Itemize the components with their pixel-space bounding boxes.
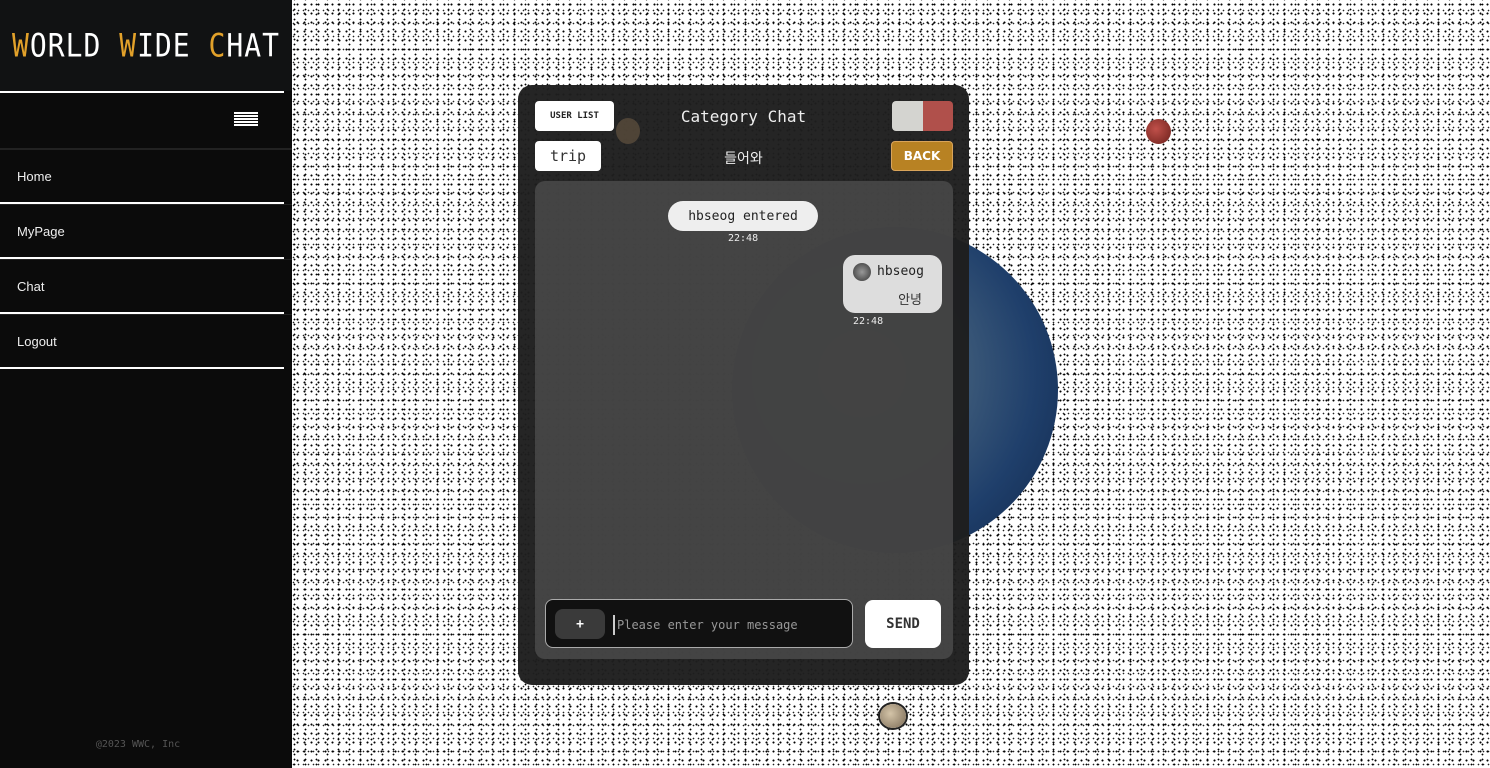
- avatar[interactable]: [853, 263, 871, 281]
- nav-home[interactable]: Home: [0, 149, 292, 202]
- nav-chat[interactable]: Chat: [0, 259, 292, 312]
- message-author: hbseog: [877, 264, 924, 279]
- toggle-right[interactable]: [922, 101, 953, 131]
- divider: [0, 367, 284, 369]
- message-bubble: hbseog 안녕: [843, 255, 942, 313]
- logo-text: HAT: [226, 26, 280, 65]
- logo-text: IDE: [137, 26, 209, 65]
- logo-letter: C: [208, 26, 227, 65]
- copyright: @2023 WWC, Inc: [95, 739, 181, 750]
- message-input[interactable]: [613, 615, 843, 635]
- hamburger-menu-icon[interactable]: [234, 112, 258, 126]
- send-button[interactable]: SEND: [865, 600, 941, 648]
- saturn-planet-decoration: [880, 704, 906, 728]
- logo[interactable]: WORLD WIDE CHAT: [0, 0, 292, 91]
- system-message: hbseog entered: [668, 201, 818, 231]
- timestamp: 22:48: [728, 233, 759, 244]
- logo-text: ORLD: [29, 26, 120, 65]
- attach-button[interactable]: +: [555, 609, 605, 639]
- toggle-left[interactable]: [892, 101, 923, 131]
- nav-mypage[interactable]: MyPage: [0, 204, 292, 257]
- chat-panel: USER LIST Category Chat trip 들어와 BACK hb…: [518, 85, 969, 685]
- message-list[interactable]: hbseog entered 22:48 hbseog 안녕 22:48: [535, 181, 953, 659]
- back-button[interactable]: BACK: [891, 141, 953, 171]
- message-text: 안녕: [898, 293, 922, 308]
- nav-logout[interactable]: Logout: [0, 314, 292, 367]
- sidebar: WORLD WIDE CHAT Home MyPage Chat Logout …: [0, 0, 292, 768]
- timestamp: 22:48: [853, 316, 884, 327]
- logo-letter: W: [12, 26, 30, 65]
- message-input-box: +: [545, 599, 853, 648]
- logo-letter: W: [119, 26, 138, 65]
- theme-toggle[interactable]: [892, 101, 953, 131]
- mars-planet-decoration: [1146, 119, 1171, 144]
